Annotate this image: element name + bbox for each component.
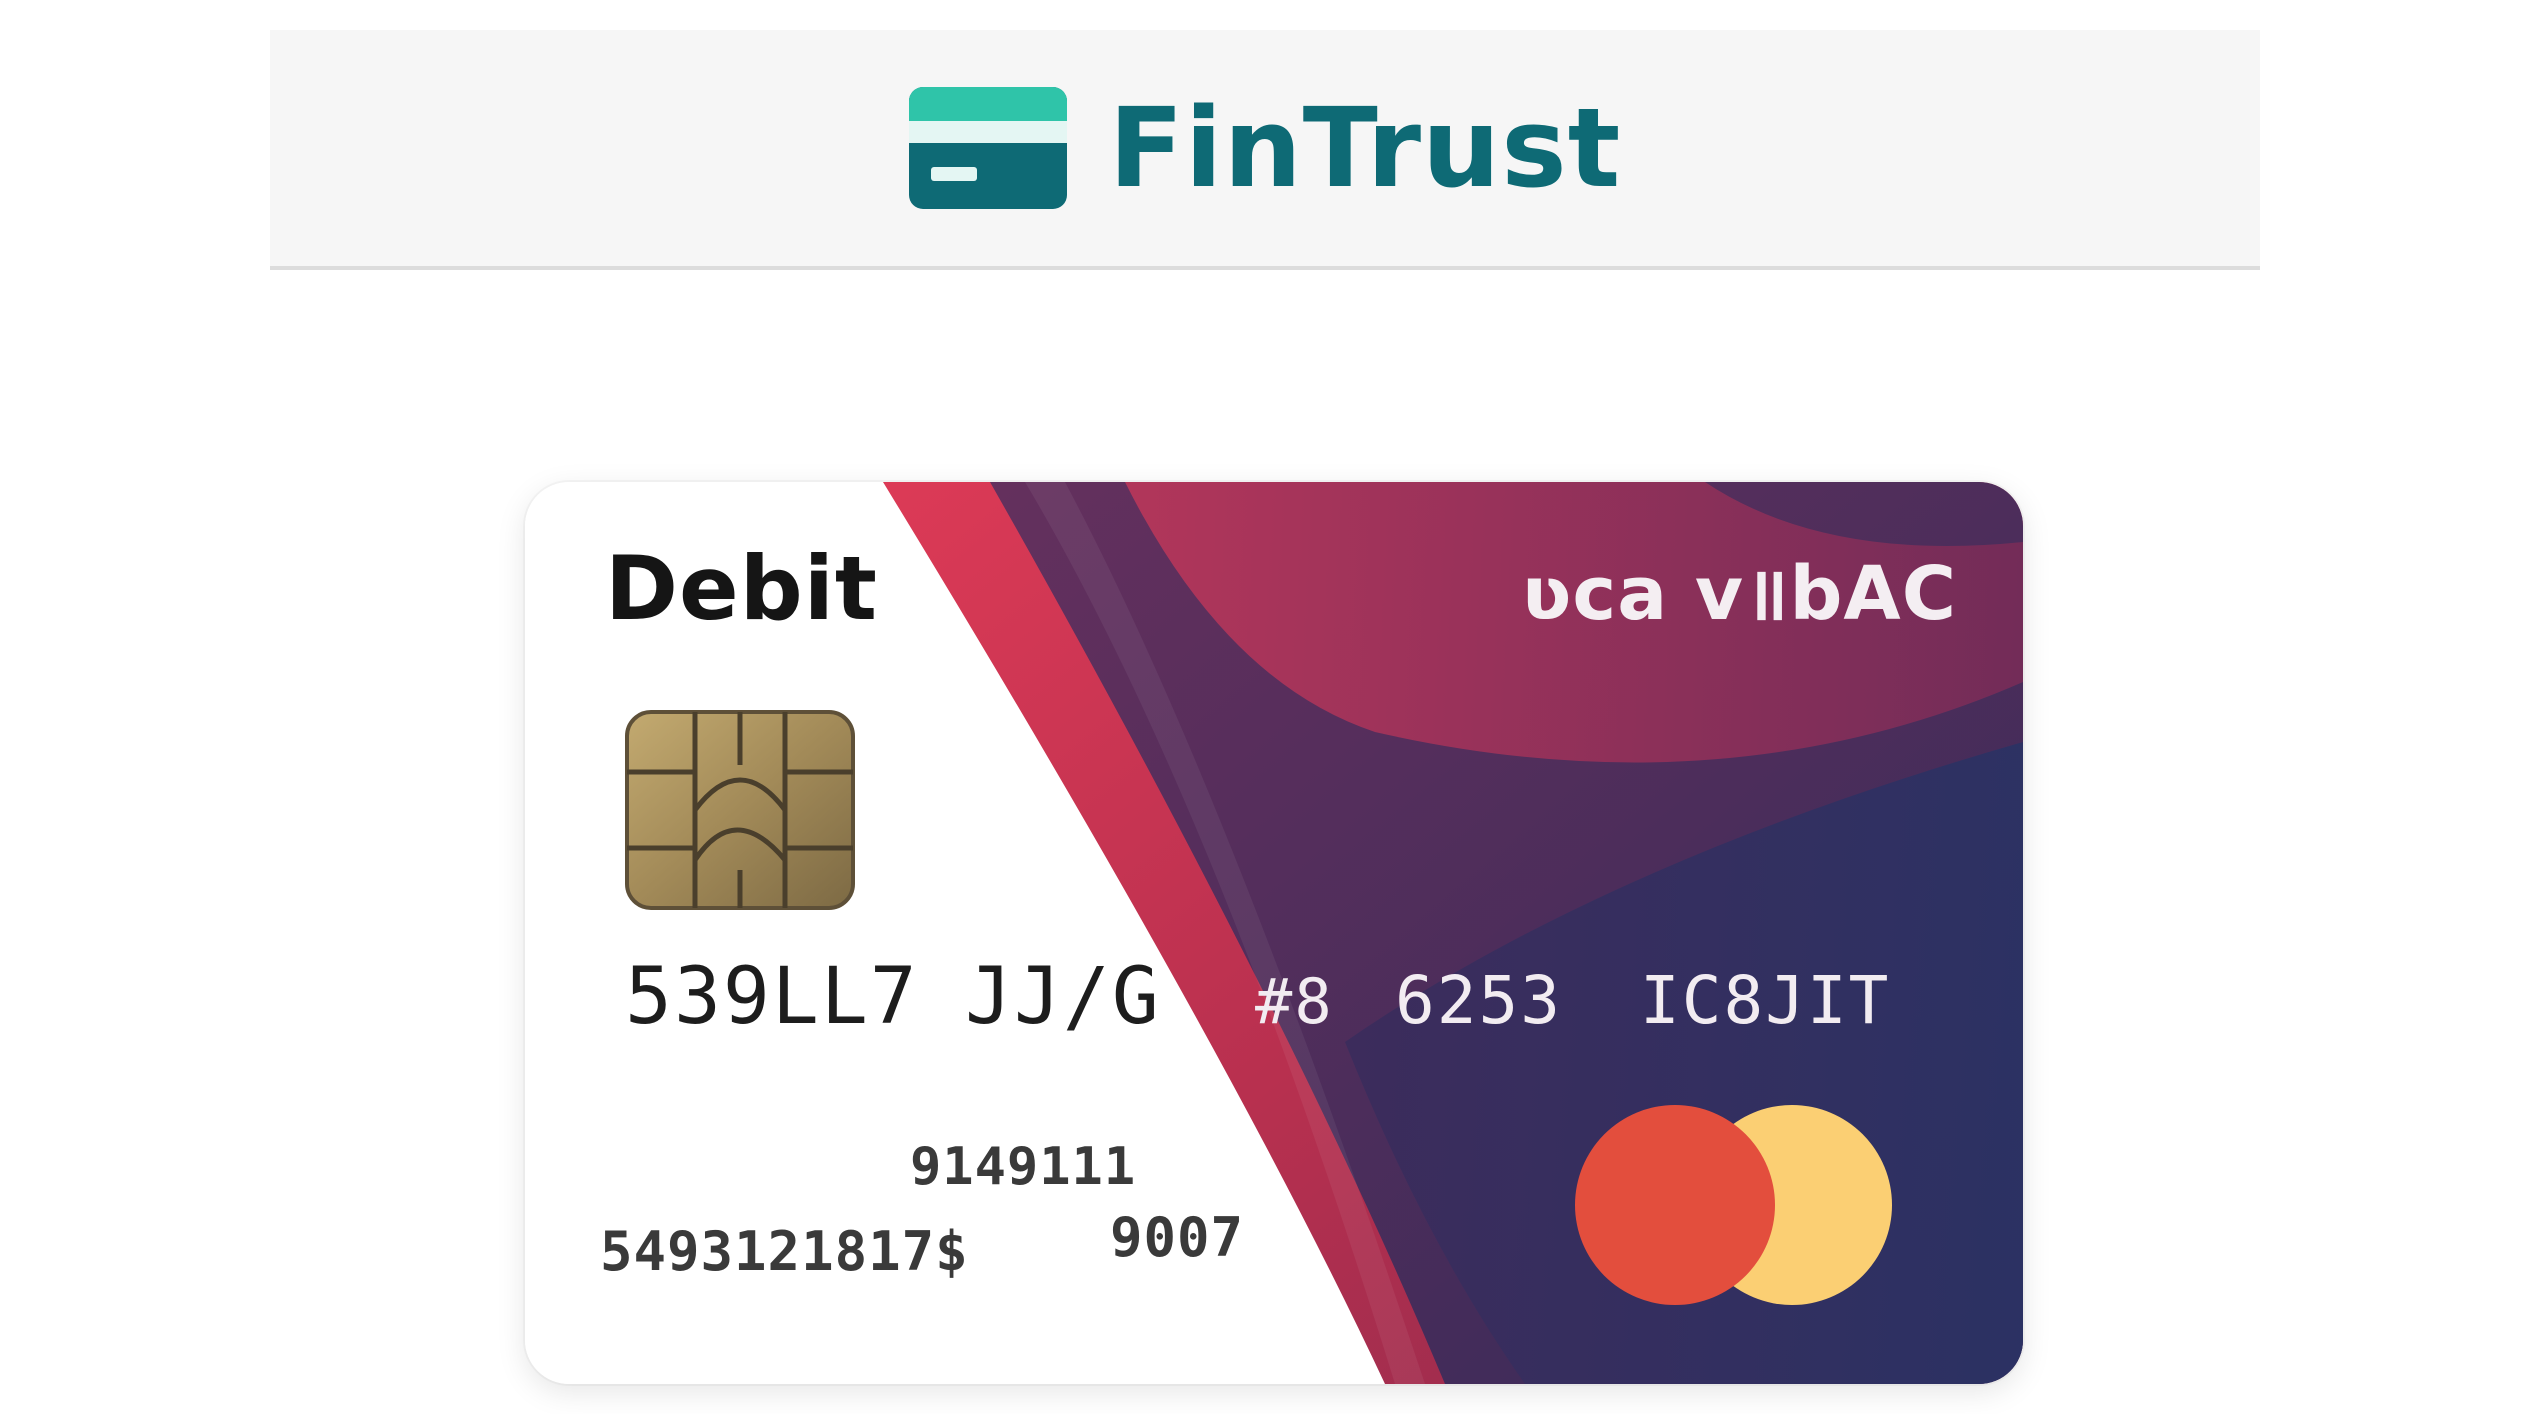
card-small-number: 5493121817$ — [600, 1220, 969, 1283]
card-number-group: 6253 — [1395, 962, 1562, 1039]
card-expiry: 9007 — [1110, 1206, 1245, 1269]
mastercard-circles-icon — [1575, 1105, 1892, 1305]
credit-card-icon — [908, 87, 1067, 209]
card-type-label: Debit — [605, 537, 878, 640]
emv-chip-icon — [625, 710, 855, 910]
app-header: FinTrust — [270, 30, 2260, 270]
card-number-group: #8 — [1255, 965, 1334, 1038]
card-number-group: JJ/G — [965, 952, 1161, 1042]
card-number: 539LL7 JJ/G #8 6253 IC8JIT — [625, 952, 1890, 1042]
brand-name: FinTrust — [1108, 84, 1622, 212]
card-face: Debit ʋca v॥bAC 539LL7 JJ/G #8 6253 IC8J… — [525, 482, 2023, 1384]
card-small-number: 9149111 — [910, 1137, 1137, 1197]
bank-wordmark: ʋca v॥bAC — [1521, 551, 1957, 637]
debit-card-preview[interactable]: Debit ʋca v॥bAC 539LL7 JJ/G #8 6253 IC8J… — [525, 482, 2023, 1384]
card-number-group: IC8JIT — [1640, 962, 1891, 1039]
brand-logo-link[interactable]: FinTrust — [908, 84, 1622, 212]
card-number-group: 539LL7 — [625, 952, 919, 1042]
